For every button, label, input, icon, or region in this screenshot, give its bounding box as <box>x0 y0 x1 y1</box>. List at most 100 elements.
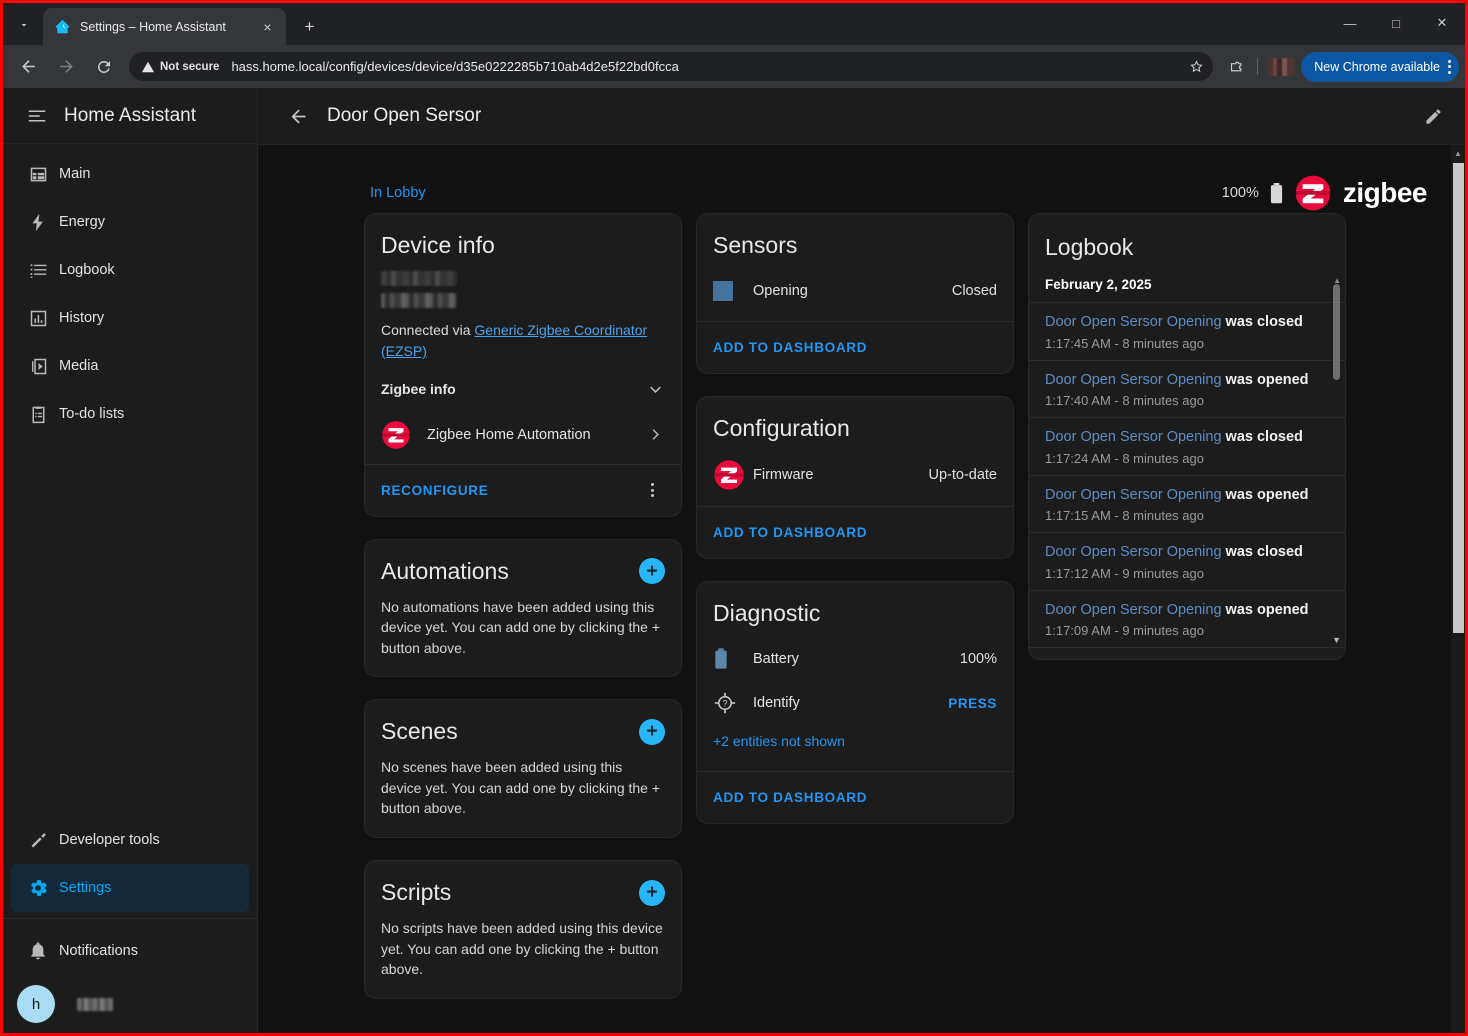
logbook-entity-link[interactable]: Door Open Sersor Opening <box>1045 544 1222 560</box>
gear-icon <box>17 877 59 899</box>
logbook-scroll-thumb[interactable] <box>1333 284 1340 380</box>
add-scene-button[interactable]: + <box>639 718 665 745</box>
zigbee-icon <box>713 459 753 491</box>
entity-row[interactable]: Battery 100% <box>697 637 1013 681</box>
sidebar-item-energy[interactable]: Energy <box>11 198 249 246</box>
logbook-entity-link[interactable]: Door Open Sersor Opening <box>1045 487 1222 503</box>
not-secure-indicator[interactable]: Not secure <box>139 57 227 77</box>
device-area-link[interactable]: In Lobby <box>370 185 426 201</box>
sidebar-item-settings[interactable]: Settings <box>11 864 249 912</box>
new-tab-button[interactable]: + <box>295 12 324 41</box>
page-scroll-up-icon[interactable]: ▲ <box>1453 149 1463 159</box>
sidebar-collapse-icon[interactable] <box>17 96 57 136</box>
logbook-entity-link[interactable]: Door Open Sersor Opening <box>1045 602 1222 618</box>
logbook-entry[interactable]: Door Open Sersor Opening was opened 1:17… <box>1029 589 1345 648</box>
chrome-update-label: New Chrome available <box>1314 59 1440 74</box>
page-scrollbar[interactable]: ▲ <box>1451 145 1465 1033</box>
configuration-card: Configuration Firmware Up-to-date ADD TO… <box>696 396 1014 559</box>
browser-tab[interactable]: Settings – Home Assistant × <box>43 8 286 45</box>
device-overflow-menu-icon[interactable] <box>639 477 665 503</box>
address-bar[interactable]: Not secure hass.home.local/config/device… <box>129 52 1214 81</box>
window-minimize-button[interactable]: — <box>1327 3 1373 43</box>
page-scroll-thumb[interactable] <box>1453 163 1464 633</box>
chrome-menu-icon[interactable] <box>1448 59 1451 74</box>
automations-empty-text: No automations have been added using thi… <box>381 598 661 656</box>
back-arrow-icon[interactable] <box>278 96 318 136</box>
logbook-list[interactable]: February 2, 2025 Door Open Sersor Openin… <box>1029 271 1345 659</box>
window-maximize-button[interactable]: □ <box>1373 3 1419 43</box>
connected-via-line: Connected via Generic Zigbee Coordinator… <box>381 320 665 362</box>
logbook-action: was opened <box>1225 486 1309 503</box>
logbook-entry-text: Door Open Sersor Opening was opened <box>1045 601 1329 621</box>
sidebar-item-main[interactable]: Main <box>11 150 249 198</box>
entity-row[interactable]: Opening Closed <box>697 269 1013 313</box>
add-automation-button[interactable]: + <box>639 558 665 585</box>
window-close-button[interactable]: ✕ <box>1419 3 1465 43</box>
entity-value: 100% <box>959 651 997 667</box>
logbook-entry[interactable]: Door Open Sersor Opening was opened 1:17… <box>1029 474 1345 533</box>
add-script-button[interactable]: + <box>639 879 665 906</box>
logbook-entry-time: 1:17:15 AM - 8 minutes ago <box>1045 508 1204 524</box>
logbook-entry-time: 1:17:12 AM - 9 minutes ago <box>1045 565 1204 581</box>
logbook-entry[interactable]: Door Open Sersor Opening was closed 1:17… <box>1029 302 1345 360</box>
sidebar-item-todo-lists[interactable]: To-do lists <box>11 390 249 438</box>
tab-close-icon[interactable]: × <box>257 16 278 37</box>
window-controls: — □ ✕ <box>1327 3 1465 43</box>
logbook-scroll-down-icon[interactable]: ▼ <box>1332 635 1341 645</box>
sidebar-item-developer-tools[interactable]: Developer tools <box>11 816 249 864</box>
sidebar-item-label: Main <box>59 166 91 182</box>
forward-button[interactable] <box>51 52 81 82</box>
add-to-dashboard-button[interactable]: ADD TO DASHBOARD <box>713 525 867 540</box>
logbook-entry-text: Door Open Sersor Opening was closed <box>1045 428 1329 448</box>
logbook-entry-text: Door Open Sersor Opening was opened <box>1045 486 1329 506</box>
tab-search-chevron-icon[interactable] <box>7 8 41 42</box>
logbook-entry[interactable]: Door Open Sersor Opening was opened 1:17… <box>1029 359 1345 418</box>
logbook-scrollbar[interactable] <box>1333 276 1340 629</box>
sensors-card: Sensors Opening Closed ADD TO DASHBOARD <box>696 213 1014 374</box>
logbook-entity-link[interactable]: Door Open Sersor Opening <box>1045 429 1222 445</box>
logbook-entity-link[interactable]: Door Open Sersor Opening <box>1045 314 1222 330</box>
sidebar-item-media[interactable]: Media <box>11 342 249 390</box>
browser-window: Settings – Home Assistant × + — □ ✕ Not … <box>0 0 1468 1036</box>
zigbee-icon <box>381 420 411 450</box>
scenes-empty-text: No scenes have been added using this dev… <box>381 759 661 817</box>
logbook-entity-link[interactable]: Door Open Sersor Opening <box>1045 372 1222 388</box>
profile-avatar[interactable] <box>1268 57 1296 76</box>
logbook-card: Logbook February 2, 2025 Door Open Serso… <box>1028 213 1346 660</box>
url-text[interactable]: hass.home.local/config/devices/device/d3… <box>227 59 1183 74</box>
more-entities-link[interactable]: +2 entities not shown <box>697 725 1013 763</box>
sidebar-item-notifications[interactable]: Notifications <box>11 927 249 975</box>
bookmark-star-icon[interactable] <box>1183 54 1209 80</box>
add-to-dashboard-button[interactable]: ADD TO DASHBOARD <box>713 790 867 805</box>
column-left: Device info Connected via Generic Zigbee… <box>364 213 682 999</box>
battery-percent-label: 100% <box>1221 185 1259 201</box>
back-button[interactable] <box>13 52 43 82</box>
identify-press-button[interactable]: PRESS <box>948 696 997 711</box>
logbook-entry-time: 1:17:09 AM - 9 minutes ago <box>1045 623 1204 639</box>
sidebar-item-label: To-do lists <box>59 406 125 422</box>
zigbee-info-label: Zigbee info <box>381 381 456 397</box>
entity-row[interactable]: ? Identify PRESS <box>697 681 1013 725</box>
configuration-entities: Firmware Up-to-date <box>697 446 1013 506</box>
chrome-update-button[interactable]: New Chrome available <box>1301 51 1459 82</box>
device-info-body: Connected via Generic Zigbee Coordinator… <box>365 263 681 406</box>
logbook-action: was closed <box>1225 429 1303 446</box>
zigbee-info-toggle[interactable]: Zigbee info <box>381 379 665 400</box>
integration-row-zha[interactable]: Zigbee Home Automation <box>365 406 681 464</box>
warning-triangle-icon <box>141 61 155 72</box>
reload-button[interactable] <box>89 52 119 82</box>
entity-name: Identify <box>753 695 800 711</box>
logbook-entry[interactable]: Door Open Sersor Opening was closed 1:17… <box>1029 532 1345 590</box>
edit-pencil-icon[interactable] <box>1413 96 1453 136</box>
reconfigure-button[interactable]: RECONFIGURE <box>381 483 488 498</box>
entity-row[interactable]: Firmware Up-to-date <box>697 452 1013 498</box>
zigbee-wordmark: zigbee <box>1342 177 1428 208</box>
sidebar-user[interactable]: h <box>3 975 257 1033</box>
logbook-entry[interactable]: Door Open Sersor Opening was closed 1:17… <box>1029 417 1345 475</box>
add-to-dashboard-button[interactable]: ADD TO DASHBOARD <box>713 340 867 355</box>
chevron-right-icon <box>646 425 665 444</box>
sidebar-item-logbook[interactable]: Logbook <box>11 246 249 294</box>
sidebar-item-history[interactable]: History <box>11 294 249 342</box>
extensions-icon[interactable] <box>1221 52 1251 82</box>
